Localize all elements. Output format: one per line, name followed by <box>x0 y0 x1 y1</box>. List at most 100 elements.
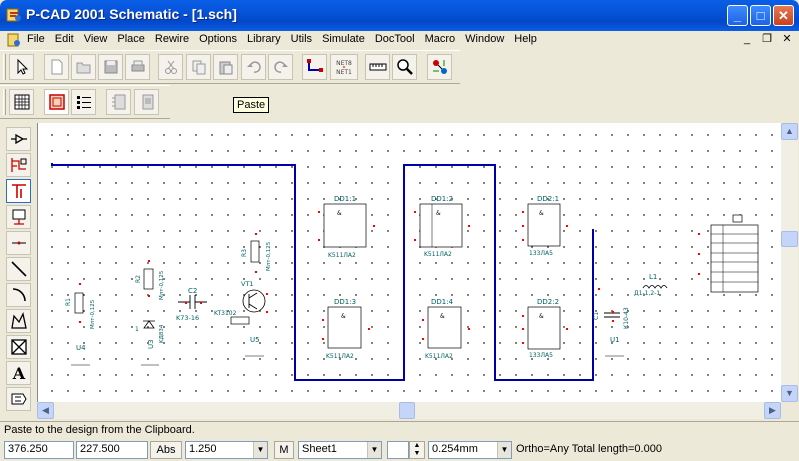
menu-rewire[interactable]: Rewire <box>155 32 195 46</box>
menu-macro[interactable]: Macro <box>425 32 462 46</box>
scroll-up-arrow[interactable]: ▲ <box>781 123 798 140</box>
x-coordinate-field[interactable]: 376.250 <box>4 441 74 459</box>
place-arc-button[interactable] <box>6 283 31 307</box>
place-attribute-button[interactable] <box>6 387 31 411</box>
measure-button[interactable] <box>365 54 390 80</box>
gate-dd2-2[interactable]: & DD2:2 133ЛА5 <box>527 298 561 359</box>
connector-block[interactable] <box>710 214 759 293</box>
chevron-down-icon[interactable]: ▼ <box>367 442 381 458</box>
place-pin-button[interactable] <box>6 153 31 177</box>
gate-dd1-4[interactable]: & DD1:4 K511ЛА2 <box>425 298 462 360</box>
gate-dd1-2[interactable]: & DD1:2 K511ЛА2 <box>419 195 463 258</box>
vertical-scrollbar[interactable]: ▲ ▼ <box>781 123 798 402</box>
place-bus-button[interactable] <box>6 231 31 255</box>
horizontal-scroll-thumb[interactable] <box>399 402 415 419</box>
menu-file[interactable]: File <box>27 32 51 46</box>
vertical-scroll-thumb[interactable] <box>781 231 798 247</box>
save-button[interactable] <box>98 54 123 80</box>
pin-marker <box>148 295 150 297</box>
place-polygon-button[interactable] <box>6 309 31 333</box>
redo-button[interactable] <box>268 54 293 80</box>
close-button[interactable]: ✕ <box>773 5 794 26</box>
label-dd1-4: DD1:4 <box>431 298 454 306</box>
document-icon[interactable] <box>6 32 22 48</box>
mdi-restore-button[interactable]: ❐ <box>759 32 775 46</box>
component-alt-button[interactable] <box>134 89 159 115</box>
menu-view[interactable]: View <box>84 32 114 46</box>
copy-button[interactable] <box>186 54 211 80</box>
menu-window[interactable]: Window <box>465 32 510 46</box>
minimize-button[interactable]: _ <box>727 5 748 26</box>
scroll-right-arrow[interactable]: ▶ <box>764 402 781 419</box>
menu-help[interactable]: Help <box>514 32 543 46</box>
gate-dd1-1[interactable]: & DD1:1 K511ЛА2 <box>323 195 367 259</box>
component-button[interactable] <box>106 89 131 115</box>
place-wire-icon <box>11 184 26 198</box>
spin-buttons[interactable]: ▲ ▼ <box>409 441 425 459</box>
place-text-button[interactable]: A <box>6 361 31 385</box>
menu-place[interactable]: Place <box>117 32 151 46</box>
pin-marker <box>698 253 700 255</box>
chevron-down-icon[interactable]: ▼ <box>497 442 511 458</box>
netlist-button[interactable]: NET8 NET1 <box>330 54 358 80</box>
place-wire-button[interactable] <box>6 179 31 203</box>
capacitor-c2[interactable]: C2 K73-16 <box>176 287 207 322</box>
new-button[interactable] <box>44 54 69 80</box>
menu-options[interactable]: Options <box>199 32 243 46</box>
sheet-select[interactable]: Sheet1 ▼ <box>298 441 382 459</box>
list-button[interactable] <box>71 89 96 115</box>
board-button[interactable] <box>44 89 69 115</box>
zoom-button[interactable] <box>392 54 417 80</box>
line-width-select[interactable]: 0.254mm ▼ <box>428 441 512 459</box>
schematic-drawing[interactable]: & DD1:1 K511ЛА2 & DD1:2 K511ЛА2 & DD1:3 … <box>38 123 781 402</box>
toolbar-grip[interactable] <box>3 54 6 80</box>
toolbar-grip[interactable] <box>3 89 6 115</box>
chevron-down-icon[interactable]: ▼ <box>253 442 267 458</box>
maximize-button[interactable]: □ <box>750 5 771 26</box>
paste-button[interactable] <box>213 54 238 80</box>
abs-button[interactable]: Abs <box>150 441 182 459</box>
transistor-vt1[interactable]: VT1 KT3102 <box>214 280 266 325</box>
scroll-left-arrow[interactable]: ◀ <box>37 402 54 419</box>
select-button[interactable] <box>9 54 34 80</box>
inductor-l1[interactable]: L1 Д1-1,2-1 <box>634 273 668 297</box>
sheet-value: Sheet1 <box>302 443 337 455</box>
plug-button[interactable] <box>427 54 452 80</box>
mdi-minimize-button[interactable]: _ <box>739 32 755 46</box>
schematic-canvas[interactable]: & DD1:1 K511ЛА2 & DD1:2 K511ЛА2 & DD1:3 … <box>37 123 781 402</box>
place-pin-icon <box>10 158 26 172</box>
gate-dd2-1[interactable]: & DD2:1 133ЛА5 <box>527 195 561 257</box>
place-port-button[interactable] <box>6 205 31 229</box>
scroll-down-arrow[interactable]: ▼ <box>781 385 798 402</box>
gate-dd1-3[interactable]: & DD1:3 K511ЛА2 <box>326 298 362 360</box>
m-button[interactable]: M <box>274 441 294 459</box>
grid-button[interactable] <box>9 89 34 115</box>
cut-button[interactable] <box>158 54 183 80</box>
spin-field[interactable] <box>387 441 409 459</box>
menu-doctool[interactable]: DocTool <box>375 32 421 46</box>
place-field-button[interactable] <box>6 335 31 359</box>
grid-select[interactable]: 1.250 ▼ <box>185 441 268 459</box>
menu-library[interactable]: Library <box>247 32 287 46</box>
resistor-r1[interactable]: R1 Млт-0,125 <box>65 292 96 329</box>
connection-button[interactable] <box>302 54 327 80</box>
pin-markers <box>79 211 700 344</box>
menu-utils[interactable]: Utils <box>291 32 318 46</box>
place-line-button[interactable] <box>6 257 31 281</box>
horizontal-scrollbar[interactable]: ◀ ▶ <box>37 402 781 419</box>
place-part-button[interactable] <box>6 127 31 151</box>
wires[interactable] <box>51 163 594 381</box>
title-bar[interactable]: P-CAD 2001 Schematic - [1.sch] _ □ ✕ <box>0 0 799 31</box>
menu-edit[interactable]: Edit <box>55 32 80 46</box>
open-button[interactable] <box>71 54 96 80</box>
capacitor-c1[interactable]: C1 К10-43 <box>593 307 630 329</box>
pin-marker <box>468 328 470 330</box>
menu-simulate[interactable]: Simulate <box>322 32 371 46</box>
y-coordinate-field[interactable]: 227.500 <box>76 441 148 459</box>
label-diode-val: KД834 <box>159 324 165 343</box>
resistor-r3[interactable]: R3 Млт-0,125 <box>241 240 272 271</box>
wire-left-loop[interactable] <box>51 163 594 381</box>
print-button[interactable] <box>125 54 150 80</box>
undo-button[interactable] <box>241 54 266 80</box>
mdi-close-button[interactable]: ✕ <box>779 32 795 46</box>
